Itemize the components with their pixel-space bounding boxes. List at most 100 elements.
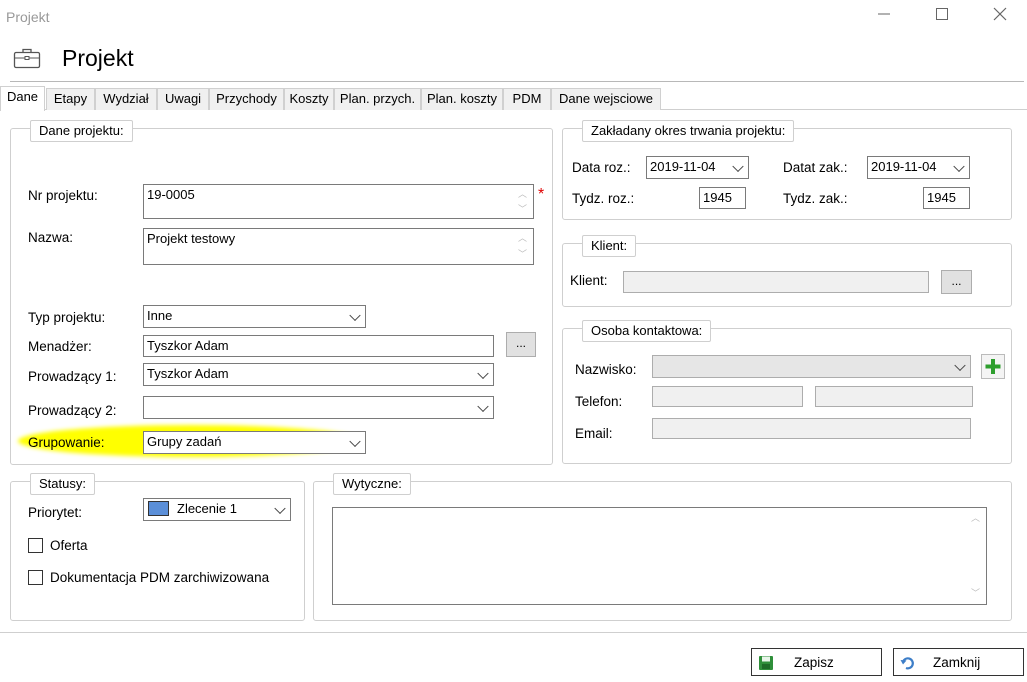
nazwa-label: Nazwa: (28, 230, 74, 245)
chevron-down-icon (349, 435, 361, 447)
telefon-field-1[interactable] (652, 386, 803, 407)
window-title: Projekt (6, 9, 50, 25)
menadzer-browse-button[interactable]: ... (506, 332, 536, 357)
scroll-up-icon[interactable]: ︿ (971, 511, 980, 524)
chevron-down-icon (954, 359, 966, 371)
statusy-legend: Statusy: (30, 473, 95, 495)
close-icon (993, 7, 1007, 21)
floppy-disk-icon (759, 656, 773, 670)
tydz-roz-value: 1945 (703, 190, 732, 205)
tydz-roz-label: Tydz. roz.: (572, 191, 635, 206)
nazwisko-select[interactable] (652, 355, 971, 378)
tab-dane-wejsciowe[interactable]: Dane wejsciowe (551, 88, 661, 110)
tab-przychody[interactable]: Przychody (209, 88, 284, 110)
nazwa-value: Projekt testowy (147, 231, 236, 246)
nr-projektu-field[interactable]: 19-0005 ︿ ﹀ (143, 184, 534, 219)
chevron-down-icon (349, 309, 361, 321)
tab-koszty[interactable]: Koszty (284, 88, 334, 110)
tydz-zak-label: Tydz. zak.: (783, 191, 848, 206)
menadzer-value: Tyszkor Adam (147, 338, 229, 353)
menadzer-field[interactable]: Tyszkor Adam (143, 335, 494, 357)
prowadzacy1-value: Tyszkor Adam (147, 366, 229, 381)
scroll-down-icon[interactable]: ﹀ (971, 586, 980, 599)
undo-arrow-icon (900, 657, 914, 670)
okres-legend: Zakładany okres trwania projektu: (582, 120, 795, 142)
prowadzacy1-label: Prowadzący 1: (28, 369, 117, 384)
pdm-archived-checkbox[interactable] (28, 570, 43, 585)
chevron-down-icon (477, 400, 489, 412)
pdm-archived-label: Dokumentacja PDM zarchiwizowana (50, 570, 270, 585)
prowadzacy1-select[interactable]: Tyszkor Adam (143, 363, 494, 386)
oferta-checkbox[interactable] (28, 538, 43, 553)
save-label: Zapisz (794, 655, 834, 670)
add-contact-button[interactable] (981, 354, 1005, 379)
briefcase-icon (13, 46, 41, 70)
klient-field[interactable] (623, 271, 929, 293)
oferta-label: Oferta (50, 538, 88, 553)
data-roz-label: Data roz.: (572, 160, 631, 175)
nr-projektu-value: 19-0005 (147, 187, 195, 202)
prowadzacy2-label: Prowadzący 2: (28, 403, 117, 418)
grupowanie-value: Grupy zadań (147, 434, 222, 449)
close-button[interactable] (980, 6, 1020, 28)
data-zak-label: Datat zak.: (783, 160, 848, 175)
tab-plan-koszty[interactable]: Plan. koszty (421, 88, 503, 110)
wytyczne-legend: Wytyczne: (333, 473, 411, 495)
data-roz-value: 2019-11-04 (650, 159, 716, 174)
maximize-icon (936, 8, 948, 20)
nr-projektu-label: Nr projektu: (28, 188, 98, 203)
tab-dane[interactable]: Dane (0, 86, 45, 111)
chevron-down-icon (274, 502, 286, 514)
tab-plan-przych[interactable]: Plan. przych. (334, 88, 421, 110)
footer-divider (0, 632, 1027, 633)
telefon-label: Telefon: (575, 394, 623, 409)
page-title: Projekt (62, 45, 134, 71)
wytyczne-textarea[interactable]: ︿ ﹀ (332, 507, 987, 605)
prowadzacy2-select[interactable] (143, 396, 494, 419)
menadzer-label: Menadżer: (28, 339, 92, 354)
typ-projektu-value: Inne (147, 308, 173, 323)
chevron-down-icon (477, 367, 489, 379)
nazwisko-label: Nazwisko: (575, 362, 637, 377)
telefon-field-2[interactable] (815, 386, 973, 407)
email-label: Email: (575, 426, 613, 441)
osoba-legend: Osoba kontaktowa: (582, 320, 712, 342)
tab-etapy[interactable]: Etapy (46, 88, 95, 110)
klient-label: Klient: (570, 273, 608, 288)
tab-uwagi[interactable]: Uwagi (157, 88, 209, 110)
data-zak-value: 2019-11-04 (871, 159, 937, 174)
scroll-down-icon[interactable]: ﹀ (518, 247, 527, 260)
close-dialog-button[interactable]: Zamknij (893, 648, 1024, 676)
klient-legend: Klient: (582, 235, 637, 257)
tydz-zak-value: 1945 (927, 190, 956, 205)
klient-browse-button[interactable]: ... (941, 270, 972, 294)
nazwa-field[interactable]: Projekt testowy ︿ ﹀ (143, 228, 534, 265)
email-field[interactable] (652, 418, 971, 439)
tab-wydzial[interactable]: Wydział (95, 88, 157, 110)
scroll-down-icon[interactable]: ﹀ (518, 202, 527, 215)
grupowanie-label: Grupowanie: (28, 435, 105, 450)
tab-pdm[interactable]: PDM (503, 88, 551, 110)
dane-projektu-legend: Dane projektu: (30, 120, 133, 142)
maximize-button[interactable] (922, 6, 962, 28)
chevron-down-icon (953, 160, 965, 172)
scroll-up-icon[interactable]: ︿ (518, 187, 527, 200)
minimize-button[interactable] (864, 6, 904, 28)
priorytet-label: Priorytet: (28, 505, 83, 520)
priorytet-value: Zlecenie 1 (177, 501, 237, 516)
grupowanie-select[interactable]: Grupy zadań (143, 431, 366, 454)
data-zak-picker[interactable]: 2019-11-04 (867, 156, 970, 179)
data-roz-picker[interactable]: 2019-11-04 (646, 156, 749, 179)
required-marker: * (538, 186, 545, 203)
header-divider (10, 81, 1024, 82)
priority-color-swatch (148, 501, 169, 516)
typ-projektu-select[interactable]: Inne (143, 305, 366, 328)
close-dialog-label: Zamknij (933, 655, 981, 670)
typ-projektu-label: Typ projektu: (28, 310, 106, 325)
save-button[interactable]: Zapisz (751, 648, 882, 676)
minimize-icon (878, 13, 890, 15)
tydz-roz-field[interactable]: 1945 (699, 187, 746, 209)
scroll-up-icon[interactable]: ︿ (518, 231, 527, 244)
priorytet-select[interactable]: Zlecenie 1 (143, 498, 291, 521)
tydz-zak-field[interactable]: 1945 (923, 187, 970, 209)
